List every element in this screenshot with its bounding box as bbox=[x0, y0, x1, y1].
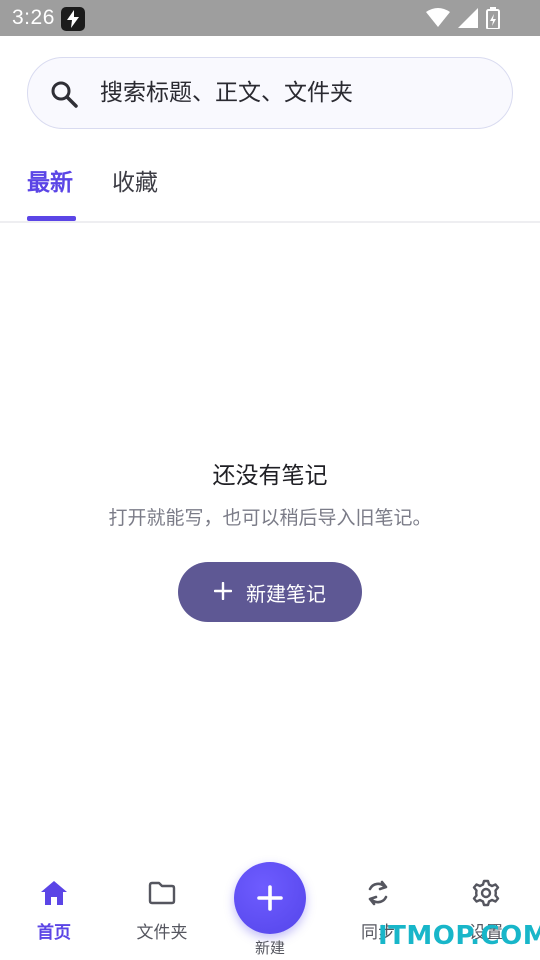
search-bar[interactable] bbox=[27, 57, 513, 129]
sync-icon bbox=[368, 880, 388, 906]
gear-icon bbox=[472, 879, 500, 907]
status-time: 3:26 bbox=[12, 6, 55, 29]
nav-folder[interactable]: 文件夹 bbox=[117, 878, 207, 943]
new-note-button[interactable]: 新建笔记 bbox=[178, 562, 362, 622]
status-bar: 3:26 bbox=[0, 0, 540, 36]
nav-home[interactable]: 首页 bbox=[9, 878, 99, 943]
new-fab-button[interactable] bbox=[234, 862, 306, 934]
search-icon bbox=[51, 81, 78, 108]
search-input[interactable] bbox=[100, 58, 500, 128]
nav-folder-label: 文件夹 bbox=[136, 923, 188, 943]
flash-icon bbox=[61, 7, 85, 31]
battery-icon bbox=[486, 7, 500, 29]
home-icon bbox=[41, 881, 67, 905]
tabs-divider bbox=[0, 221, 540, 223]
nav-new-label: 新建 bbox=[254, 939, 285, 957]
cellular-icon bbox=[458, 8, 478, 28]
new-note-button-label: 新建笔记 bbox=[246, 581, 326, 606]
watermark: ITMOP.COM bbox=[378, 921, 540, 951]
tab-latest[interactable]: 最新 bbox=[27, 166, 73, 200]
plus-icon bbox=[257, 885, 283, 911]
wifi-icon bbox=[426, 8, 450, 27]
plus-icon bbox=[213, 577, 233, 605]
folder-icon bbox=[148, 881, 176, 905]
empty-state-title: 还没有笔记 bbox=[212, 463, 328, 489]
empty-state-subtitle: 打开就能写，也可以稍后导入旧笔记。 bbox=[108, 507, 432, 529]
status-icons bbox=[426, 7, 500, 29]
tab-favorites[interactable]: 收藏 bbox=[112, 166, 158, 200]
nav-home-label: 首页 bbox=[37, 923, 71, 943]
